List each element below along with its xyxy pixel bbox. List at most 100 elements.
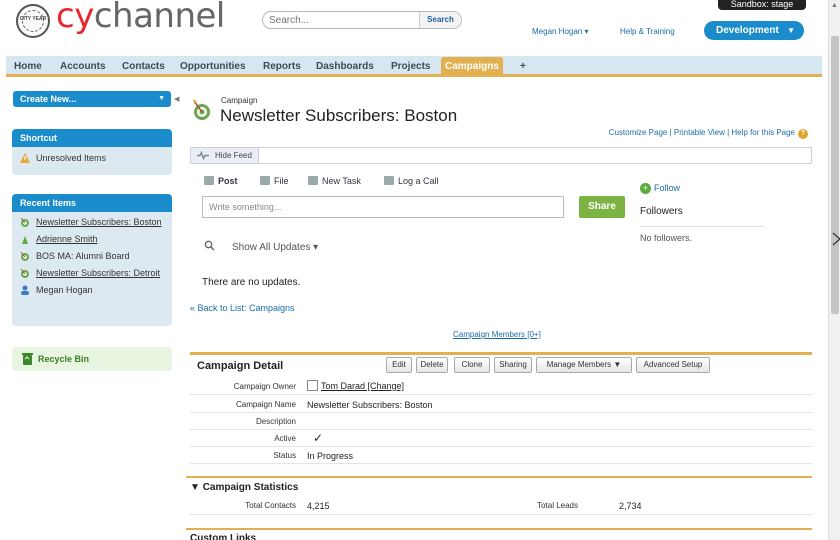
field-value: In Progress [307, 451, 354, 461]
city-year-logo[interactable]: CITY YEAR [16, 4, 50, 38]
delete-button[interactable]: Delete [416, 357, 448, 373]
tab-accounts[interactable]: Accounts [56, 59, 110, 76]
detail-row-campaign-name: Campaign Name Newsletter Subscribers: Bos… [190, 396, 812, 413]
advanced-setup-button[interactable]: Advanced Setup [636, 357, 710, 373]
tab-home[interactable]: Home [10, 59, 46, 76]
recent-item[interactable]: Megan Hogan [12, 285, 172, 296]
show-all-updates-dropdown[interactable]: Show All Updates ▾ [232, 242, 318, 253]
total-contacts-value: 4,215 [307, 501, 330, 511]
show-all-label: Show All Updates [232, 242, 311, 253]
recent-items-list: Newsletter Subscribers: Boston Adrienne S… [12, 212, 172, 296]
sandbox-badge: Sandbox: stage [718, 0, 806, 10]
campaign-statistics-header[interactable]: ▼ Campaign Statistics [186, 476, 812, 494]
follow-label: Follow [654, 183, 681, 193]
publisher-tab-post[interactable]: Post [204, 176, 238, 186]
share-button[interactable]: Share [579, 196, 625, 218]
publisher-tab-log-a-call[interactable]: Log a Call [384, 176, 439, 186]
detail-row-active: Active ✓ [190, 430, 812, 447]
recent-item[interactable]: Newsletter Subscribers: Boston [12, 217, 172, 228]
page-links-text[interactable]: Customize Page | Printable View | Help f… [609, 128, 795, 137]
user-menu[interactable]: Megan Hogan ▾ [532, 27, 589, 36]
field-label: Campaign Name [235, 400, 296, 409]
button-label: Sharing [499, 360, 527, 369]
collapse-triangle-icon[interactable]: ▼ [190, 482, 200, 493]
page-links[interactable]: Customize Page | Printable View | Help f… [609, 128, 808, 139]
field-label: Active [274, 434, 296, 443]
brand-cy: cy [56, 0, 94, 36]
post-input[interactable]: Write something... [202, 196, 564, 218]
scroll-up-icon[interactable]: ▲ [831, 2, 838, 9]
scroll-thumb[interactable] [831, 36, 839, 314]
search-input[interactable] [269, 14, 419, 27]
publisher-tab-new-task[interactable]: New Task [308, 176, 361, 186]
tab-dashboards[interactable]: Dashboards [312, 59, 378, 76]
owner-value[interactable]: Tom Darad [Change] [307, 380, 404, 391]
recycle-bin-icon [22, 353, 33, 365]
record-type-label: Campaign [221, 96, 258, 105]
recent-items-panel: Recent Items Newsletter Subscribers: Bos… [12, 194, 172, 326]
button-label: Manage Members [546, 360, 612, 369]
field-value: ✓ [313, 431, 324, 445]
search-icon[interactable] [204, 240, 215, 251]
publisher-tab-file[interactable]: File [260, 176, 289, 186]
recent-item-label: Megan Hogan [36, 285, 93, 295]
mouse-cursor-icon [832, 232, 840, 246]
recycle-bin[interactable]: Recycle Bin [12, 347, 172, 371]
back-to-list-link[interactable]: « Back to List: Campaigns [190, 303, 295, 313]
hide-feed-button[interactable]: Hide Feed [191, 148, 259, 163]
chevron-down-icon: ▾ [313, 242, 319, 253]
owner-avatar [307, 380, 318, 391]
field-label: Status [273, 451, 296, 460]
recent-item[interactable]: Newsletter Subscribers: Detroit [12, 268, 172, 279]
edit-button[interactable]: Edit [386, 357, 412, 373]
tab-projects[interactable]: Projects [387, 59, 434, 76]
field-value: Newsletter Subscribers: Boston [307, 400, 433, 410]
campaign-members-link[interactable]: Campaign Members [0+] [453, 330, 541, 339]
recent-item[interactable]: Adrienne Smith [12, 234, 172, 245]
app-label: Development [716, 25, 779, 36]
recent-item-label: Newsletter Subscribers: Detroit [36, 268, 161, 278]
add-tab-button[interactable]: + [516, 59, 530, 76]
contact-icon [22, 236, 28, 244]
file-icon [260, 176, 270, 185]
search-button[interactable]: Search [419, 12, 461, 28]
shortcut-title: Shortcut [12, 129, 172, 147]
recent-item-label: Adrienne Smith [36, 234, 98, 244]
follow-button[interactable]: + Follow [640, 183, 680, 194]
campaign-statistics-row: Total Contacts 4,215 Total Leads 2,734 [190, 497, 812, 515]
owner-link[interactable]: Tom Darad [Change] [321, 381, 404, 391]
log-a-call-icon [384, 176, 394, 185]
detail-row-description: Description [190, 413, 812, 430]
publisher-tab-label: New Task [322, 176, 361, 186]
publisher-tab-label: Log a Call [398, 176, 439, 186]
plus-icon: + [640, 183, 651, 194]
clone-button[interactable]: Clone [454, 357, 490, 373]
tab-reports[interactable]: Reports [259, 59, 305, 76]
followers-title: Followers [640, 206, 683, 217]
sharing-button[interactable]: Sharing [494, 357, 532, 373]
brand-wordmark[interactable]: cychannel [56, 0, 225, 36]
manage-members-button[interactable]: Manage Members ▼ [536, 357, 632, 373]
campaign-target-icon [193, 99, 210, 120]
vertical-scrollbar[interactable]: ▲ [828, 0, 840, 540]
recent-item-label: BOS MA: Alumni Board [36, 251, 130, 261]
help-training-link[interactable]: Help & Training [620, 27, 675, 36]
tab-opportunities[interactable]: Opportunities [176, 59, 250, 76]
create-new-button[interactable]: Create New... ▼ [13, 91, 171, 107]
recent-item[interactable]: BOS MA: Alumni Board [12, 251, 172, 262]
user-icon [21, 285, 29, 295]
field-label: Description [255, 417, 296, 426]
sidebar-collapse-icon[interactable]: ◀ [174, 95, 179, 103]
app-switcher-button[interactable]: Development ▼ [704, 21, 804, 40]
no-followers-text: No followers. [640, 233, 693, 243]
help-icon[interactable]: ? [798, 129, 808, 139]
new-task-icon [308, 176, 318, 185]
tab-contacts[interactable]: Contacts [118, 59, 169, 76]
shortcut-item-unresolved[interactable]: Unresolved Items [12, 153, 172, 164]
publisher-tab-label: File [274, 176, 289, 186]
total-leads-value: 2,734 [619, 501, 642, 511]
custom-links-title: Custom Links [186, 528, 812, 540]
speech-bubble-icon [204, 176, 214, 185]
tab-campaigns[interactable]: Campaigns [441, 57, 503, 76]
chevron-down-icon: ▼ [787, 26, 795, 35]
